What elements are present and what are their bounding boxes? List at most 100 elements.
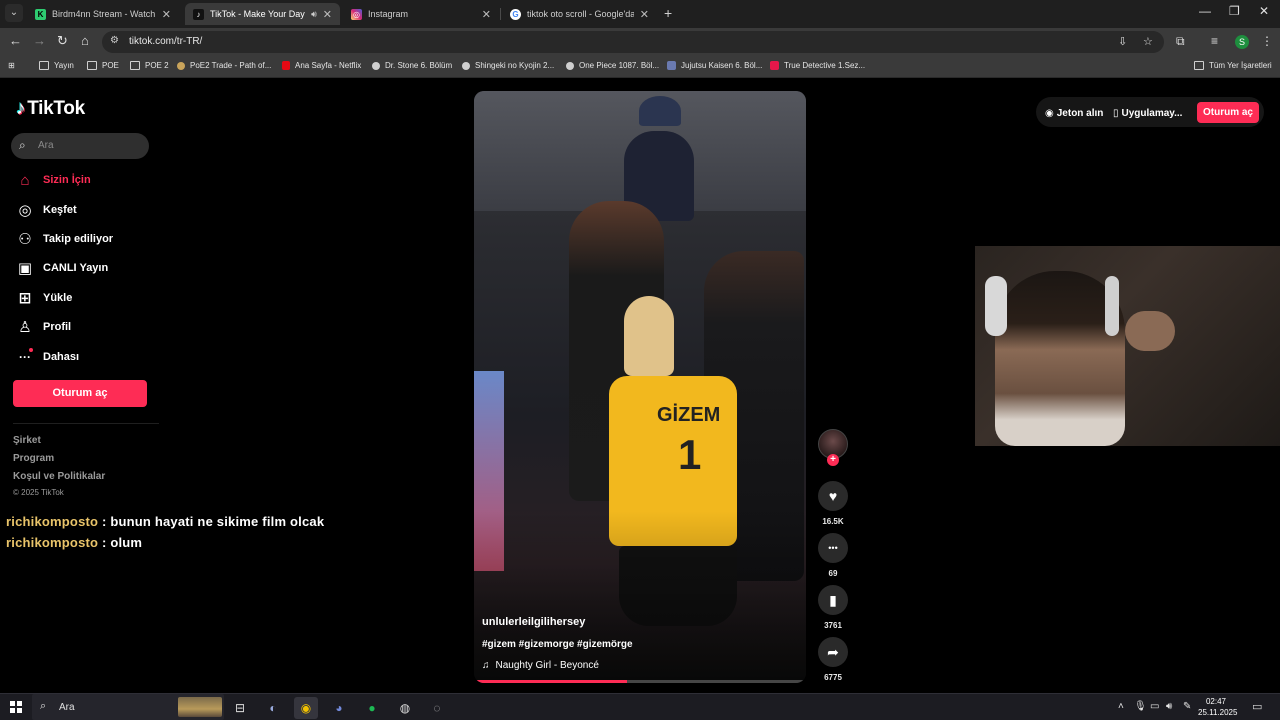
chat-message: richikomposto : bunun hayati ne sikime f… bbox=[6, 514, 324, 529]
headphone-icon bbox=[1105, 276, 1119, 336]
share-icon[interactable]: ➦ bbox=[818, 637, 848, 667]
tab-search-button[interactable]: ⌄ bbox=[5, 4, 23, 22]
pen-icon[interactable]: ✎ bbox=[1183, 701, 1191, 712]
kick-icon: K bbox=[35, 8, 46, 20]
search-input[interactable]: ⌕ Ara bbox=[11, 133, 149, 159]
like-action[interactable]: ♥ 16.5K bbox=[817, 481, 849, 526]
nav-upload[interactable]: ⊞ Yükle bbox=[15, 287, 73, 309]
back-icon[interactable]: ← bbox=[9, 33, 22, 48]
folder-icon bbox=[87, 61, 97, 70]
video-player[interactable]: GİZEM 1 unlulerleilgilihersey #gizem #gi… bbox=[474, 91, 806, 683]
volume-icon[interactable]: 🔊︎ bbox=[1166, 701, 1172, 712]
bookmark-star-icon[interactable]: ☆ bbox=[1143, 35, 1153, 48]
get-coins-button[interactable]: ◉ Jeton alın bbox=[1045, 101, 1103, 125]
forward-icon[interactable]: → bbox=[33, 33, 46, 48]
tiktok-icon: ♪ bbox=[193, 8, 204, 20]
nav-following[interactable]: ⚇ Takip ediliyor bbox=[15, 228, 113, 250]
bookmark-netflix[interactable]: Ana Sayfa - Netflix bbox=[282, 61, 361, 70]
follow-plus-icon[interactable]: + bbox=[827, 454, 839, 466]
tray-overflow-icon[interactable]: ˄ bbox=[1118, 701, 1124, 712]
bookmark-shingeki[interactable]: Shingeki no Kyojin 2... bbox=[462, 61, 554, 70]
footer-link-company[interactable]: Şirket bbox=[13, 435, 41, 446]
notification-icon[interactable]: ▭ bbox=[1252, 700, 1262, 713]
close-tab-icon[interactable]: ✕ bbox=[323, 8, 332, 21]
jersey-number: 1 bbox=[678, 431, 702, 478]
top-login-button[interactable]: Oturum aç bbox=[1197, 102, 1259, 123]
minimize-icon[interactable]: — bbox=[1199, 4, 1211, 18]
webcam-overlay bbox=[975, 246, 1280, 446]
video-gradient-overlay bbox=[474, 511, 806, 683]
video-author[interactable]: unlulerleilgilihersey bbox=[482, 616, 585, 628]
profile-avatar[interactable]: S bbox=[1235, 35, 1249, 49]
media-control-icon[interactable]: ≡ bbox=[1211, 34, 1218, 48]
login-button[interactable]: Oturum aç bbox=[13, 380, 147, 407]
audio-playing-icon[interactable]: 🔊︎ bbox=[311, 9, 317, 20]
nav-more[interactable]: ··· Dahası bbox=[15, 346, 79, 368]
chrome-icon[interactable]: ◉ bbox=[294, 697, 318, 719]
address-bar[interactable]: ⚙ tiktok.com/tr-TR/ ⇩ ☆ bbox=[102, 31, 1164, 53]
tab-birdm4nn[interactable]: K Birdm4nn Stream - Watch Live ✕ bbox=[27, 3, 179, 25]
anime-site-icon bbox=[462, 61, 470, 70]
menu-kebab-icon[interactable]: ⋮ bbox=[1261, 34, 1273, 48]
new-tab-button[interactable]: + bbox=[664, 5, 672, 21]
tiktok-note-icon: ♪ bbox=[16, 98, 26, 119]
system-clock[interactable]: 02:47 25.11.2025 bbox=[1198, 696, 1237, 718]
browser-app-icon[interactable]: ◌ bbox=[425, 697, 449, 719]
site-info-icon[interactable]: ⚙ bbox=[110, 35, 119, 46]
taskbar-search-input[interactable]: ⌕ Ara bbox=[32, 694, 224, 720]
bookmark-poe2-trade[interactable]: PoE2 Trade - Path of... bbox=[177, 61, 271, 70]
comment-action[interactable]: ••• 69 bbox=[817, 533, 849, 578]
nav-live[interactable]: ▣ CANLI Yayın bbox=[15, 257, 108, 279]
discord-icon[interactable]: ◕ bbox=[327, 697, 351, 719]
profile-icon: ♙ bbox=[18, 319, 32, 336]
restore-icon[interactable]: ❐ bbox=[1229, 4, 1240, 18]
get-app-button[interactable]: ▯ Uygulamay... bbox=[1113, 101, 1182, 125]
apps-grid-icon[interactable]: ⊞ bbox=[8, 61, 15, 70]
video-music[interactable]: ♫ Naughty Girl - Beyoncé bbox=[482, 660, 599, 671]
more-icon: ··· bbox=[19, 350, 31, 364]
bookmark-icon[interactable]: ▮ bbox=[818, 585, 848, 615]
close-tab-icon[interactable]: ✕ bbox=[482, 8, 491, 21]
bookmark-jujutsu[interactable]: Jujutsu Kaisen 6. Böl... bbox=[667, 61, 762, 70]
bookmark-one-piece[interactable]: One Piece 1087. Böl... bbox=[566, 61, 659, 70]
close-tab-icon[interactable]: ✕ bbox=[162, 8, 171, 21]
bookmark-folder-poe2[interactable]: POE 2 bbox=[130, 61, 169, 70]
tab-instagram[interactable]: ◎ Instagram ✕ bbox=[343, 3, 499, 25]
windows-start-icon[interactable] bbox=[10, 701, 22, 713]
tiktok-logo[interactable]: ♪ TikTok bbox=[16, 98, 85, 120]
close-window-icon[interactable]: ✕ bbox=[1259, 4, 1269, 18]
live-icon: ▣ bbox=[17, 260, 33, 277]
bookmark-folder-yayin[interactable]: Yayın bbox=[39, 61, 74, 70]
comment-icon[interactable]: ••• bbox=[818, 533, 848, 563]
task-view-icon[interactable]: ⊟ bbox=[228, 697, 252, 719]
video-hashtags[interactable]: #gizem #gizemorge #gizemörge bbox=[482, 639, 633, 650]
reload-icon[interactable]: ↻ bbox=[57, 33, 68, 49]
share-action[interactable]: ➦ 6775 bbox=[817, 637, 849, 682]
browser-tab-strip: ⌄ K Birdm4nn Stream - Watch Live ✕ ♪ Tik… bbox=[0, 0, 1280, 28]
bookmark-dr-stone[interactable]: Dr. Stone 6. Bölüm bbox=[372, 61, 452, 70]
close-tab-icon[interactable]: ✕ bbox=[640, 8, 649, 21]
bookmark-true-detective[interactable]: True Detective 1.Sez... bbox=[770, 61, 865, 70]
obs-icon[interactable]: ◍ bbox=[393, 697, 417, 719]
tab-google-search[interactable]: G tiktok oto scroll - Google'da Ar ✕ bbox=[502, 3, 657, 25]
steam-icon[interactable]: ◐ bbox=[261, 697, 285, 719]
footer-link-terms[interactable]: Koşul ve Politikalar bbox=[13, 471, 105, 482]
network-icon[interactable]: ▭ bbox=[1150, 701, 1159, 712]
all-bookmarks-folder[interactable]: Tüm Yer İşaretleri bbox=[1194, 61, 1272, 70]
nav-profile[interactable]: ♙ Profil bbox=[15, 316, 71, 338]
nav-for-you[interactable]: ⌂ Sizin İçin bbox=[15, 169, 90, 191]
url-text[interactable]: tiktok.com/tr-TR/ bbox=[129, 36, 202, 47]
install-app-icon[interactable]: ⇩ bbox=[1118, 35, 1127, 48]
anime-site-icon bbox=[372, 61, 380, 70]
save-action[interactable]: ▮ 3761 bbox=[817, 585, 849, 630]
heart-icon[interactable]: ♥ bbox=[818, 481, 848, 511]
extensions-icon[interactable]: ⧉ bbox=[1176, 34, 1185, 49]
tab-tiktok[interactable]: ♪ TikTok - Make Your Day 🔊︎ ✕ bbox=[185, 3, 340, 25]
microphone-icon[interactable]: 🎙︎ bbox=[1134, 701, 1147, 712]
spotify-icon[interactable]: ● bbox=[360, 697, 384, 719]
bookmark-folder-poe[interactable]: POE bbox=[87, 61, 119, 70]
footer-link-program[interactable]: Program bbox=[13, 453, 54, 464]
nav-explore[interactable]: ◎ Keşfet bbox=[15, 199, 76, 221]
home-icon[interactable]: ⌂ bbox=[81, 33, 89, 48]
video-progress-bar[interactable] bbox=[474, 680, 806, 683]
